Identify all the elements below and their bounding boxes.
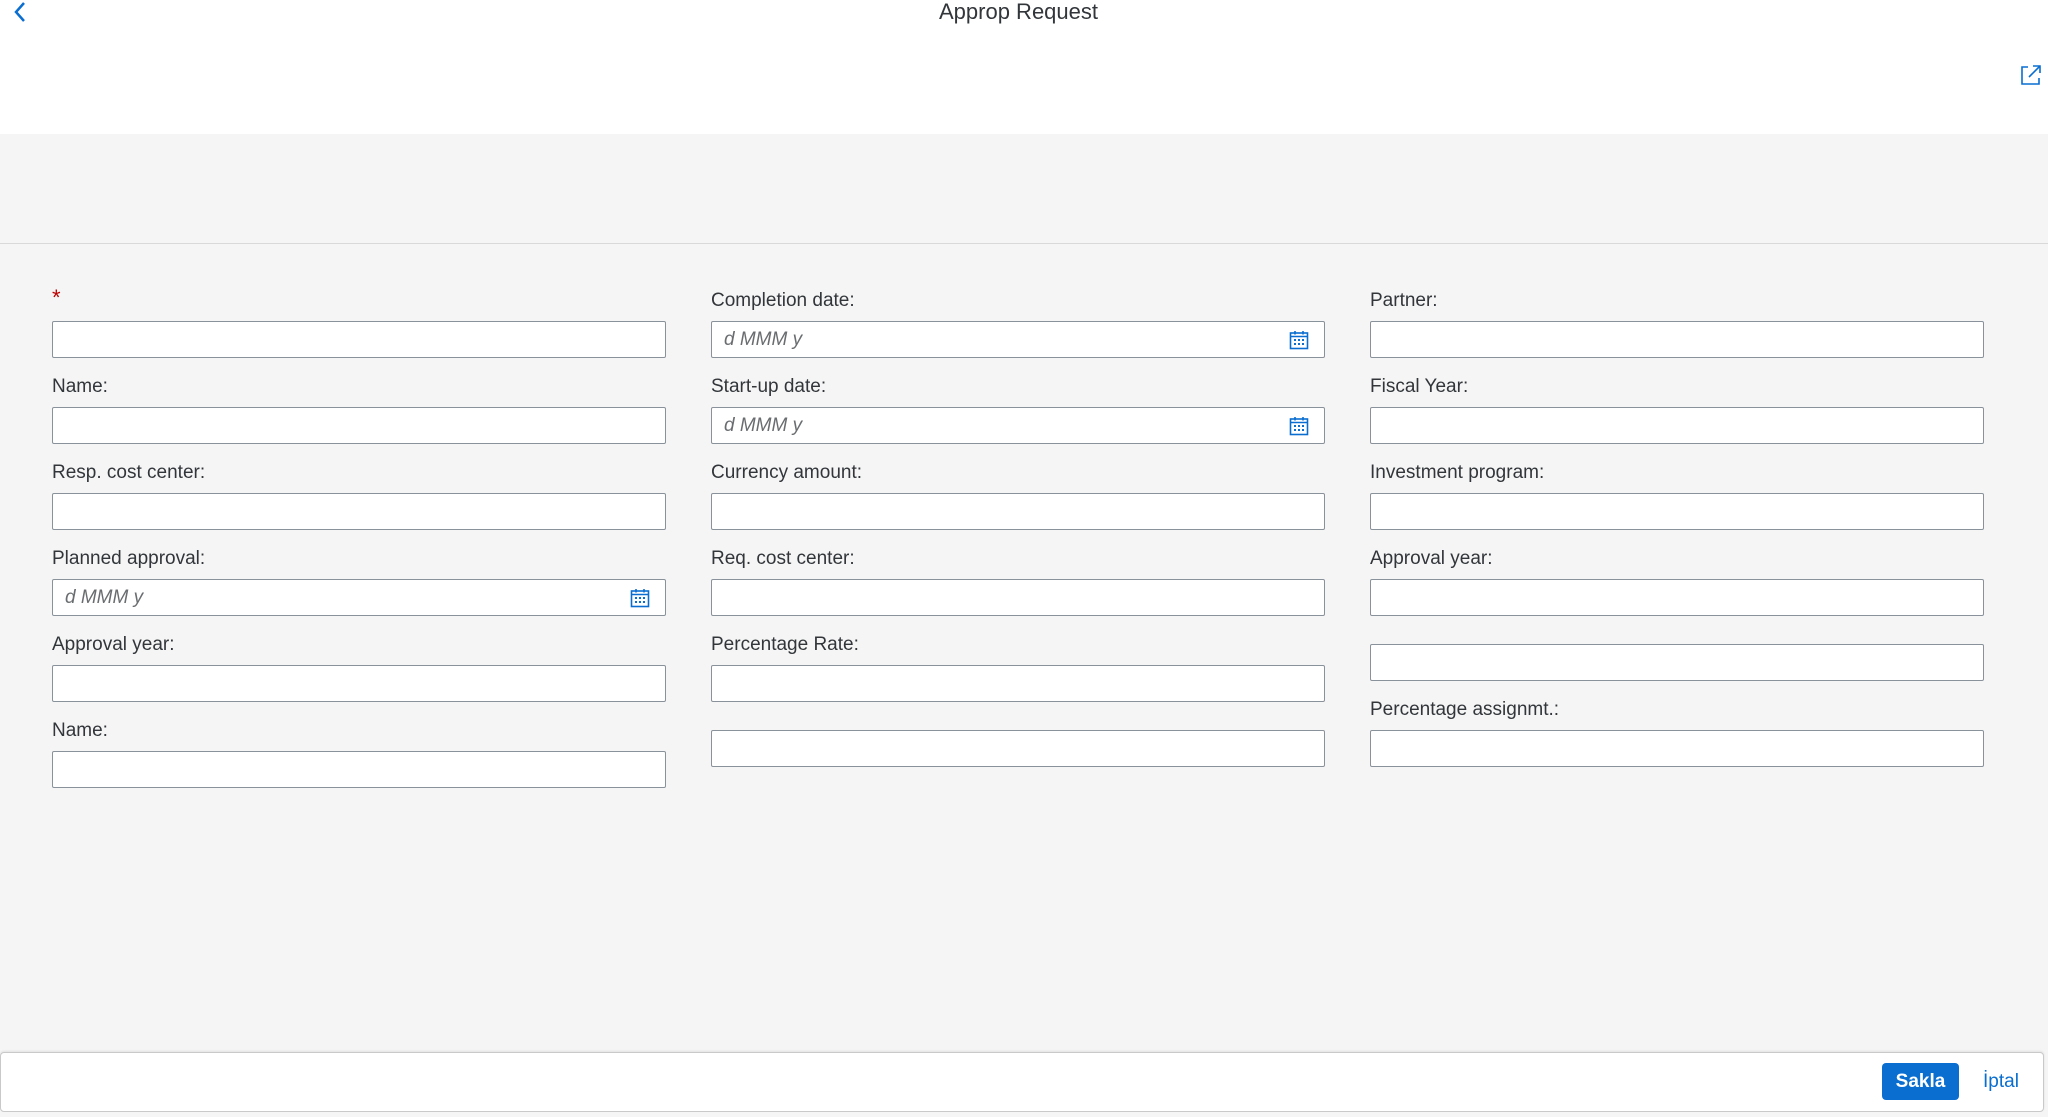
- req-cost-center-label: Req. cost center:: [711, 548, 855, 569]
- bottom-strip: [0, 1112, 2048, 1117]
- investment-program-label: Investment program:: [1370, 462, 1545, 483]
- page-header: Approp Request: [0, 0, 2048, 134]
- completion-date-calendar-button[interactable]: [1283, 322, 1315, 357]
- resp-cost-center-input[interactable]: [52, 493, 666, 530]
- name-input[interactable]: [52, 407, 666, 444]
- approp-request-form: * Name: Resp. cost center: Planned appro…: [0, 244, 2048, 1052]
- fiscal-year-input[interactable]: [1370, 407, 1984, 444]
- share-button[interactable]: [2016, 60, 2046, 90]
- approval-year-2-input[interactable]: [1370, 579, 1984, 616]
- required-field-input[interactable]: [52, 321, 666, 358]
- startup-date-input[interactable]: [711, 407, 1325, 444]
- percentage-assignmt-label: Percentage assignmt.:: [1370, 699, 1560, 720]
- investment-program-input[interactable]: [1370, 493, 1984, 530]
- unlabeled-field-input[interactable]: [711, 730, 1325, 767]
- resp-cost-center-label: Resp. cost center:: [52, 462, 206, 483]
- name-2-label: Name:: [52, 720, 108, 741]
- fiscal-year-label: Fiscal Year:: [1370, 376, 1469, 397]
- required-indicator: *: [52, 285, 61, 310]
- calendar-icon: [1289, 416, 1309, 435]
- req-cost-center-input[interactable]: [711, 579, 1325, 616]
- unlabeled-field-2-input[interactable]: [1370, 644, 1984, 681]
- header-content-band: [0, 134, 2048, 244]
- calendar-icon: [1289, 330, 1309, 349]
- page-title: Approp Request: [939, 0, 1098, 24]
- name-2-input[interactable]: [52, 751, 666, 788]
- cancel-button[interactable]: İptal: [1971, 1063, 2031, 1100]
- approp-request-page: Approp Request * Name: Resp. cost center…: [0, 0, 2048, 1117]
- percentage-rate-input[interactable]: [711, 665, 1325, 702]
- approval-year-2-label: Approval year:: [1370, 548, 1493, 569]
- startup-date-calendar-button[interactable]: [1283, 408, 1315, 443]
- completion-date-input[interactable]: [711, 321, 1325, 358]
- partner-input[interactable]: [1370, 321, 1984, 358]
- save-button[interactable]: Sakla: [1882, 1063, 1959, 1100]
- partner-label: Partner:: [1370, 290, 1438, 311]
- currency-amount-input[interactable]: [711, 493, 1325, 530]
- percentage-assignmt-input[interactable]: [1370, 730, 1984, 767]
- completion-date-label: Completion date:: [711, 290, 855, 311]
- share-icon: [2021, 65, 2041, 85]
- footer-toolbar: Sakla İptal: [0, 1052, 2044, 1112]
- approval-year-label: Approval year:: [52, 634, 175, 655]
- currency-amount-label: Currency amount:: [711, 462, 863, 483]
- calendar-icon: [630, 588, 650, 607]
- planned-approval-label: Planned approval:: [52, 548, 206, 569]
- percentage-rate-label: Percentage Rate:: [711, 634, 859, 655]
- startup-date-label: Start-up date:: [711, 376, 827, 397]
- planned-approval-calendar-button[interactable]: [624, 580, 656, 615]
- approval-year-input[interactable]: [52, 665, 666, 702]
- planned-approval-date-input[interactable]: [52, 579, 666, 616]
- name-label: Name:: [52, 376, 108, 397]
